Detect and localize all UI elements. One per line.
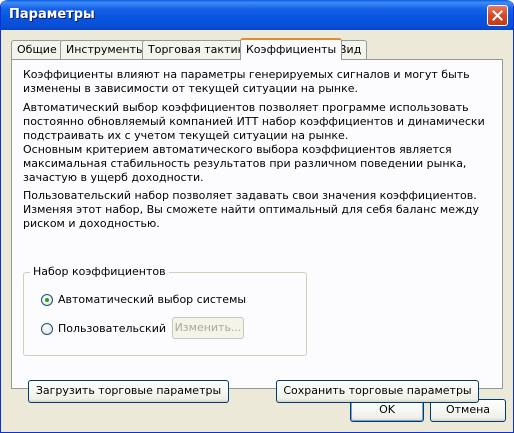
description-paragraph-1: Коэффициенты влияют на параметры генерир… (23, 68, 470, 95)
tab-label: Коэффициенты (246, 43, 337, 56)
radio-selected-dot (45, 298, 49, 302)
description-paragraph-3: Основным критерием автоматического выбор… (23, 143, 467, 184)
coefficients-panel: Коэффициенты влияют на параметры генерир… (11, 59, 503, 403)
tab-label: Торговая тактика (148, 43, 252, 56)
auto-radio[interactable] (41, 294, 53, 306)
tab-general[interactable]: Общие (11, 40, 63, 59)
custom-radio-label[interactable]: Пользовательский (58, 322, 166, 335)
title-bar[interactable]: Параметры (1, 0, 513, 30)
tab-label: Инструменты (66, 43, 145, 56)
save-parameters-button[interactable]: Сохранить торговые параметры (276, 380, 479, 403)
tab-coefficients[interactable]: Коэффициенты (240, 38, 343, 60)
edit-button[interactable]: Изменить... (172, 317, 244, 339)
parameters-dialog: Параметры Общие Инструменты Торговая так… (0, 0, 514, 433)
tab-label: Общие (17, 43, 57, 56)
window-title: Параметры (9, 7, 95, 22)
dialog-body: Общие Инструменты Торговая тактика Коэфф… (4, 30, 510, 429)
load-parameters-button[interactable]: Загрузить торговые параметры (28, 380, 229, 403)
description-paragraph-4: Пользовательский набор позволяет задават… (23, 189, 479, 230)
description-paragraph-2: Автоматический выбор коэффициентов позво… (23, 101, 485, 142)
tab-instruments[interactable]: Инструменты (60, 40, 151, 59)
custom-radio[interactable] (41, 323, 53, 335)
coefficient-set-group: Набор коэффициентов Автоматический выбор… (23, 265, 307, 356)
group-title: Набор коэффициентов (30, 265, 169, 278)
close-icon (492, 10, 503, 21)
auto-radio-label[interactable]: Автоматический выбор системы (58, 293, 246, 306)
tab-label: Вид (339, 43, 362, 56)
close-button[interactable] (487, 5, 508, 26)
